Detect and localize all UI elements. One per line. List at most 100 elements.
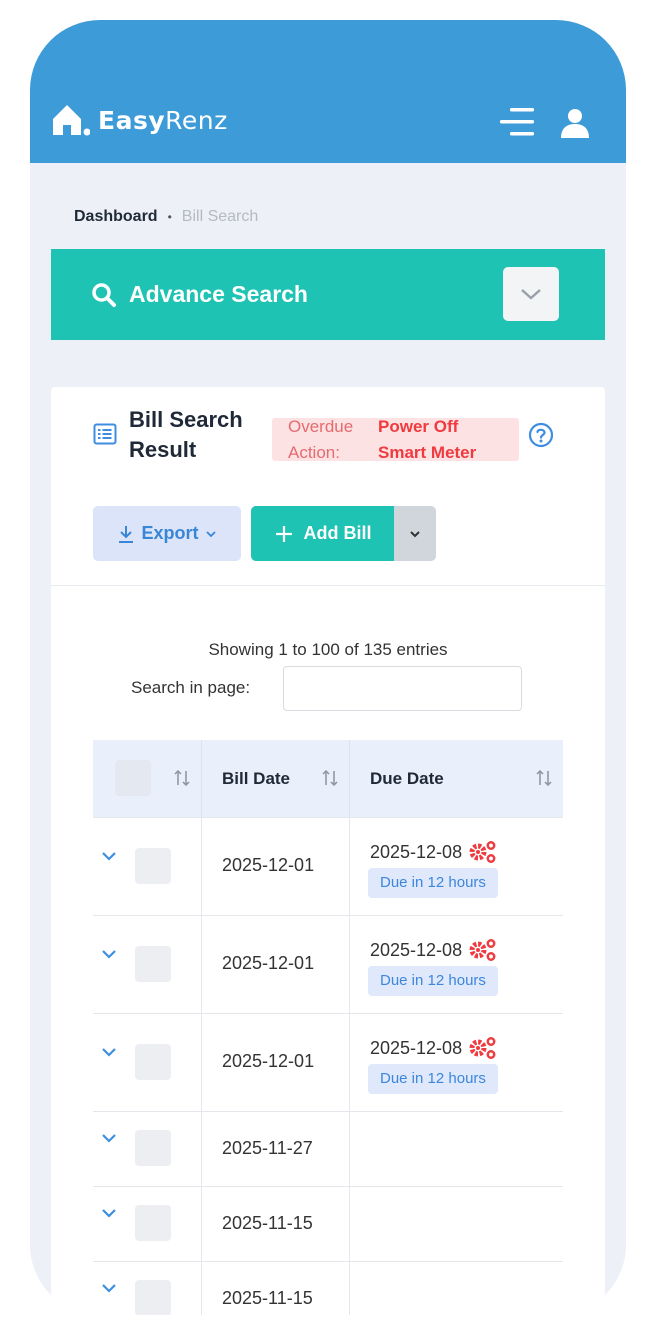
row-select-cell: [93, 1014, 202, 1111]
search-in-page-input[interactable]: [283, 666, 522, 711]
sort-icon[interactable]: [173, 768, 191, 788]
due-date-cell: 2025-12-08 Due in 12 hours: [350, 916, 563, 1013]
bill-date-cell: 2025-12-01: [202, 1014, 350, 1111]
house-icon: [53, 105, 90, 136]
column-header-bill-date[interactable]: Bill Date: [202, 740, 350, 817]
due-badge: Due in 12 hours: [368, 1064, 498, 1094]
bill-date: 2025-12-01: [222, 953, 315, 973]
row-checkbox[interactable]: [135, 1044, 171, 1080]
due-date-cell: [350, 1187, 563, 1261]
breadcrumb-separator: •: [167, 210, 172, 224]
bill-date-cell: 2025-11-15: [202, 1262, 350, 1315]
table-row: 2025-12-01 2025-12-08 Due in 12 hours: [93, 817, 563, 915]
table-row: 2025-11-27: [93, 1111, 563, 1186]
download-icon: [119, 525, 134, 543]
user-icon: [561, 109, 589, 138]
column-header-select[interactable]: [93, 740, 202, 817]
due-date: 2025-12-08: [370, 938, 498, 962]
brand-logo[interactable]: EasyRenz: [50, 100, 228, 140]
search-in-page-label: Search in page:: [131, 678, 251, 697]
card-title: Bill Search Result: [129, 407, 243, 462]
column-header-due-date[interactable]: Due Date: [350, 740, 563, 817]
chevron-down-icon[interactable]: [101, 1132, 117, 1144]
due-date-cell: [350, 1262, 563, 1315]
chevron-down-icon[interactable]: [101, 1207, 117, 1219]
help-icon[interactable]: [528, 422, 554, 448]
export-button[interactable]: Export: [93, 506, 241, 561]
bill-date-cell: 2025-12-01: [202, 818, 350, 915]
overdue-label-1: Overdue: [288, 417, 354, 436]
add-bill-label: Add Bill: [303, 523, 372, 543]
table-row: 2025-12-01 2025-12-08 Due in 12 hours: [93, 915, 563, 1013]
chevron-down-icon[interactable]: [101, 850, 117, 862]
select-all-checkbox[interactable]: [115, 760, 151, 796]
bill-date: 2025-12-01: [222, 855, 315, 875]
bill-date: 2025-11-15: [222, 1213, 313, 1233]
due-date-cell: 2025-12-08 Due in 12 hours: [350, 1014, 563, 1111]
due-date-value: 2025-12-08: [370, 939, 463, 960]
row-checkbox[interactable]: [135, 1280, 171, 1315]
bill-date: 2025-12-01: [222, 1051, 315, 1071]
gears-icon: [469, 939, 496, 961]
search-icon: [92, 282, 116, 307]
overdue-label-2: Action:: [288, 443, 340, 462]
card-divider: [51, 585, 605, 586]
menu-icon: [500, 108, 534, 136]
entries-info: Showing 1 to 100 of 135 entries: [208, 640, 448, 659]
table-row: 2025-12-01 2025-12-08 Due in 12 hours: [93, 1013, 563, 1111]
bill-date-cell: 2025-11-27: [202, 1112, 350, 1186]
chevron-down-icon[interactable]: [101, 948, 117, 960]
due-date-value: 2025-12-08: [370, 841, 463, 862]
overdue-value-1: Power Off: [378, 417, 459, 436]
bills-table: Bill Date Due Date 2025-12-01 2025-12-08…: [93, 740, 563, 1315]
plus-icon: [275, 525, 292, 542]
chevron-down-icon: [410, 530, 420, 537]
gears-icon: [469, 1037, 496, 1059]
add-bill-dropdown-toggle[interactable]: [394, 506, 436, 561]
breadcrumb: Dashboard • Bill Search: [74, 208, 258, 226]
due-date: 2025-12-08: [370, 1036, 498, 1060]
row-checkbox[interactable]: [135, 946, 171, 982]
add-bill-button[interactable]: Add Bill: [251, 506, 394, 561]
row-checkbox[interactable]: [135, 1130, 171, 1166]
chevron-down-icon: [205, 530, 216, 537]
row-select-cell: [93, 1112, 202, 1186]
brand-name: EasyRenz: [98, 105, 228, 135]
bill-date: 2025-11-27: [222, 1138, 313, 1158]
row-checkbox[interactable]: [135, 848, 171, 884]
sort-icon[interactable]: [321, 768, 339, 788]
due-date: 2025-12-08: [370, 840, 498, 864]
app-screen: EasyRenz Dashboard • Bill Search Advance…: [30, 20, 626, 1315]
export-label: Export: [141, 523, 199, 543]
gears-icon: [469, 841, 496, 863]
bill-date-header-label: Bill Date: [222, 768, 291, 788]
chevron-down-icon[interactable]: [101, 1282, 117, 1294]
breadcrumb-current: Bill Search: [181, 208, 259, 225]
row-checkbox[interactable]: [135, 1205, 171, 1241]
advanced-search-panel[interactable]: Advance Search: [51, 249, 605, 340]
row-select-cell: [93, 818, 202, 915]
advanced-search-toggle[interactable]: [503, 267, 559, 321]
table-header: Bill Date Due Date: [93, 740, 563, 817]
breadcrumb-home[interactable]: Dashboard: [74, 208, 158, 226]
due-badge: Due in 12 hours: [368, 966, 498, 996]
overdue-action-box: Overdue Action: Power Off Smart Meter: [272, 417, 519, 462]
row-select-cell: [93, 1187, 202, 1261]
row-select-cell: [93, 1262, 202, 1315]
sort-icon[interactable]: [535, 768, 553, 788]
top-navbar: EasyRenz: [30, 20, 626, 163]
list-icon: [93, 423, 117, 445]
due-badge: Due in 12 hours: [368, 868, 498, 898]
advanced-search-label: Advance Search: [129, 281, 308, 307]
table-row: 2025-11-15: [93, 1261, 563, 1315]
due-date-cell: 2025-12-08 Due in 12 hours: [350, 818, 563, 915]
chevron-down-icon: [521, 289, 541, 300]
row-select-cell: [93, 916, 202, 1013]
bill-search-result-card: Bill Search Result Overdue Action: Power…: [51, 387, 605, 1315]
menu-button[interactable]: [498, 106, 538, 138]
due-date-value: 2025-12-08: [370, 1037, 463, 1058]
user-profile-button[interactable]: [558, 106, 592, 140]
bill-date: 2025-11-15: [222, 1288, 313, 1308]
chevron-down-icon[interactable]: [101, 1046, 117, 1058]
overdue-value-2: Smart Meter: [378, 443, 477, 462]
